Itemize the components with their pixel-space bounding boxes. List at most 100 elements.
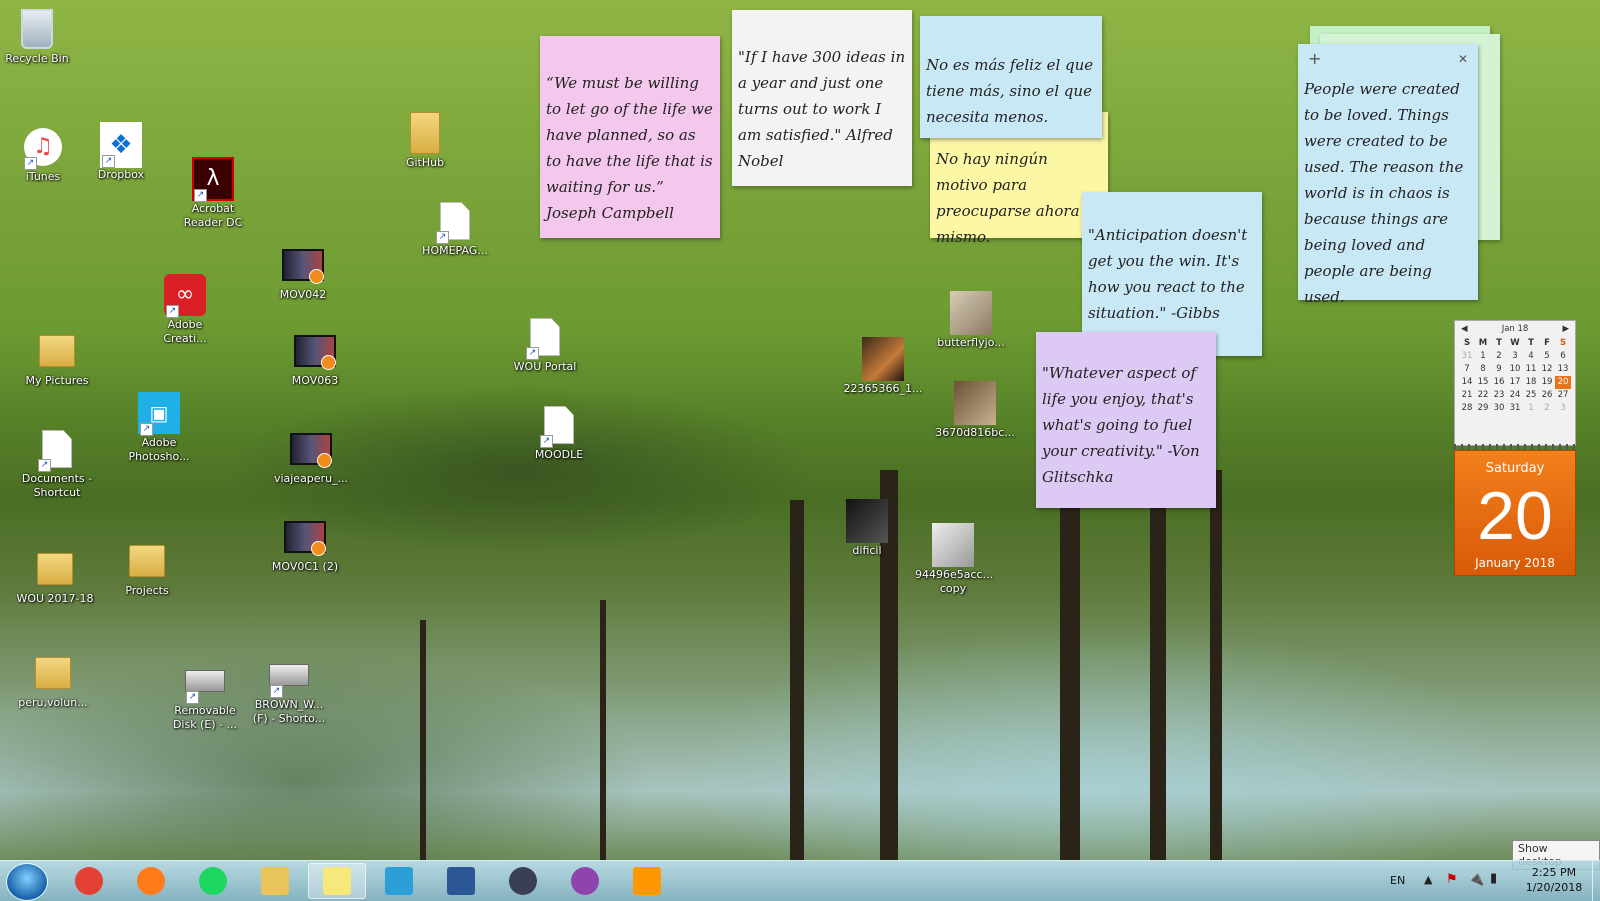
calendar-day[interactable]: 26	[1539, 389, 1555, 402]
calendar-day[interactable]: 31	[1507, 402, 1523, 415]
folder-icon	[261, 867, 289, 895]
calendar-next-button[interactable]: ▶	[1562, 324, 1569, 334]
tree-reflection	[1060, 480, 1080, 860]
calendar-day[interactable]: 10	[1507, 363, 1523, 376]
itunes-icon: ♫ ↗	[22, 126, 64, 170]
close-note-button[interactable]: ✕	[1458, 46, 1468, 72]
calendar-day[interactable]: 14	[1459, 376, 1475, 389]
calendar-day[interactable]: 22	[1475, 389, 1491, 402]
video-icon	[284, 516, 326, 558]
desktop-icon-wou[interactable]: WOU 2017-18	[14, 548, 96, 606]
calendar-day[interactable]: 4	[1523, 350, 1539, 363]
desktop-icon-image-22365366[interactable]: 22365366_1...	[842, 337, 924, 396]
calendar-day[interactable]: 18	[1523, 376, 1539, 389]
calendar-day[interactable]: 24	[1507, 389, 1523, 402]
desktop-icon-my-pictures[interactable]: My Pictures	[16, 330, 98, 388]
calendar-month-view: ◀ Jan 18 ▶ SMTWTFS 31 1 2 3 4 5 6 7 8 9 10 11 12 13 14…	[1454, 320, 1576, 446]
calendar-prev-button[interactable]: ◀	[1461, 324, 1468, 334]
desktop-icon-brown-drive[interactable]: ↗ BROWN_W... (F) - Shorto...	[248, 654, 330, 726]
calendar-day[interactable]: 19	[1539, 376, 1555, 389]
taskbar-button-photos[interactable]	[370, 863, 428, 899]
calendar-day[interactable]: 21	[1459, 389, 1475, 402]
desktop-icon-dificil[interactable]: dificil	[826, 499, 908, 558]
calendar-gadget[interactable]: ◀ Jan 18 ▶ SMTWTFS 31 1 2 3 4 5 6 7 8 9 10 11 12 13 14…	[1454, 320, 1576, 576]
desktop-icon-viajeaperu[interactable]: viajeaperu_...	[270, 428, 352, 486]
add-note-button[interactable]: +	[1308, 46, 1321, 72]
calendar-day[interactable]: 31	[1459, 350, 1475, 363]
calendar-day[interactable]: 23	[1491, 389, 1507, 402]
calendar-day[interactable]: 16	[1491, 376, 1507, 389]
desktop-icon-projects[interactable]: Projects	[106, 540, 188, 598]
taskbar-button-sublime[interactable]	[618, 863, 676, 899]
calendar-day[interactable]: 27	[1555, 389, 1571, 402]
desktop-icon-itunes[interactable]: ♫ ↗ iTunes	[2, 126, 84, 184]
taskbar-button-github-desktop[interactable]	[556, 863, 614, 899]
photoshop-icon: ▣ ↗	[138, 392, 180, 436]
github-icon	[571, 867, 599, 895]
show-hidden-icons-button[interactable]: ▲	[1424, 873, 1432, 886]
desktop-icon-documents[interactable]: ↗ Documents - Shortcut	[16, 428, 98, 500]
desktop-icon-mov0c1[interactable]: MOV0C1 (2)	[264, 516, 346, 574]
calendar-day[interactable]: 25	[1523, 389, 1539, 402]
calendar-day[interactable]: 2	[1491, 350, 1507, 363]
desktop-icon-photoshop[interactable]: ▣ ↗ Adobe Photosho...	[118, 392, 200, 464]
calendar-day[interactable]: 3	[1507, 350, 1523, 363]
sticky-note-nobel[interactable]: "If I have 300 ideas in a year and just …	[732, 10, 912, 186]
taskbar-button-spotify[interactable]	[184, 863, 242, 899]
calendar-day[interactable]: 30	[1491, 402, 1507, 415]
image-icon	[932, 523, 974, 567]
calendar-day[interactable]: 29	[1475, 402, 1491, 415]
taskbar-button-sticky-notes[interactable]	[308, 863, 366, 899]
calendar-day[interactable]: 8	[1475, 363, 1491, 376]
action-center-flag-icon[interactable]: ⚑	[1446, 872, 1458, 887]
calendar-day[interactable]: 5	[1539, 350, 1555, 363]
taskbar-button-chrome[interactable]	[60, 863, 118, 899]
calendar-day[interactable]: 1	[1523, 402, 1539, 415]
desktop-icon-dropbox[interactable]: ❖ ↗ Dropbox	[80, 122, 162, 182]
desktop-icon-mov063[interactable]: MOV063	[274, 330, 356, 388]
folder-icon	[32, 652, 74, 694]
calendar-day[interactable]: 9	[1491, 363, 1507, 376]
calendar-day[interactable]: 20	[1555, 376, 1571, 389]
calendar-day[interactable]: 7	[1459, 363, 1475, 376]
calendar-day[interactable]: 12	[1539, 363, 1555, 376]
network-signal-icon[interactable]: ▮	[1490, 871, 1497, 886]
desktop-icon-removable-disk[interactable]: ↗ Removable Disk (E) - ...	[164, 660, 246, 732]
calendar-day[interactable]: 3	[1555, 402, 1571, 415]
show-desktop-button[interactable]	[1592, 861, 1600, 901]
desktop-icon-butterfly[interactable]: butterflyjo...	[930, 291, 1012, 350]
desktop-icon-94496e5a[interactable]: 94496e5acc... copy	[912, 523, 994, 596]
taskbar-button-firefox[interactable]	[122, 863, 180, 899]
calendar-day[interactable]: 11	[1523, 363, 1539, 376]
calendar-day[interactable]: 1	[1475, 350, 1491, 363]
image-icon	[846, 499, 888, 543]
power-icon[interactable]: 🔌	[1468, 872, 1484, 887]
language-indicator[interactable]: EN	[1390, 874, 1405, 887]
taskbar-button-word[interactable]	[432, 863, 490, 899]
start-button[interactable]	[6, 863, 48, 901]
calendar-day[interactable]: 15	[1475, 376, 1491, 389]
sticky-note-glitschka[interactable]: "Whatever aspect of life you enjoy, that…	[1036, 332, 1216, 508]
desktop-icon-homepage[interactable]: ↗ HOMEPAG...	[414, 200, 496, 258]
folder-icon	[34, 548, 76, 590]
taskbar-button-camera[interactable]	[494, 863, 552, 899]
sticky-note-feliz[interactable]: No es más feliz el que tiene más, sino e…	[920, 16, 1102, 138]
calendar-day[interactable]: 13	[1555, 363, 1571, 376]
desktop-icon-acrobat[interactable]: λ ↗ Acrobat Reader DC	[172, 157, 254, 230]
desktop-icon-wou-portal[interactable]: ↗ WOU Portal	[504, 316, 586, 374]
calendar-day[interactable]: 28	[1459, 402, 1475, 415]
calendar-day[interactable]: 2	[1539, 402, 1555, 415]
desktop-icon-moodle[interactable]: ↗ MOODLE	[518, 404, 600, 462]
desktop-icon-mov042[interactable]: MOV042	[262, 244, 344, 302]
sticky-note-campbell[interactable]: “We must be willing to let go of the lif…	[540, 36, 720, 238]
calendar-day[interactable]: 6	[1555, 350, 1571, 363]
desktop-icon-peru[interactable]: peru,volun...	[12, 652, 94, 710]
calendar-day[interactable]: 17	[1507, 376, 1523, 389]
sticky-note-people[interactable]: + ✕ People were created to be loved. Thi…	[1298, 44, 1478, 306]
system-clock[interactable]: 2:25 PM 1/20/2018	[1516, 865, 1592, 895]
desktop-icon-recycle-bin[interactable]: Recycle Bin	[0, 8, 78, 66]
desktop-icon-github[interactable]: GitHub	[384, 112, 466, 170]
desktop-icon-creative-cloud[interactable]: ∞ ↗ Adobe Creati...	[144, 274, 226, 346]
taskbar-button-explorer[interactable]	[246, 863, 304, 899]
desktop-icon-3670d816[interactable]: 3670d816bc...	[934, 381, 1016, 440]
